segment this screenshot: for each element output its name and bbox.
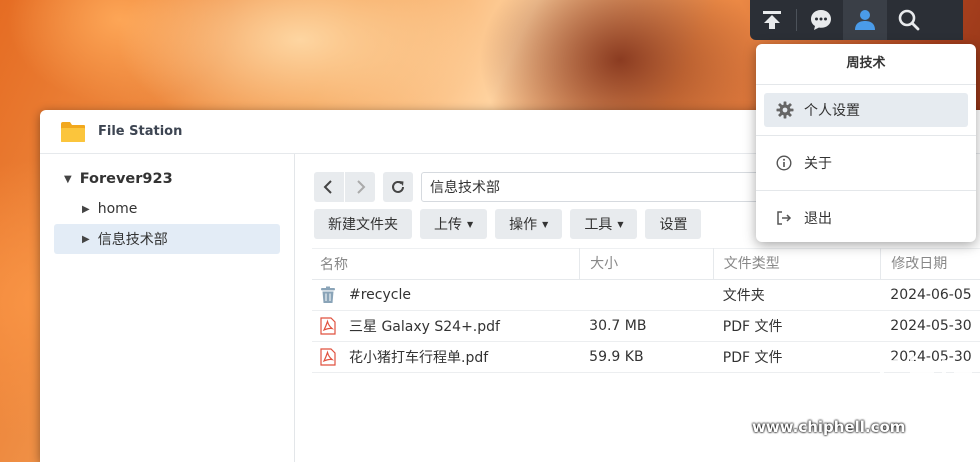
file-name: 三星 Galaxy S24+.pdf xyxy=(349,319,500,335)
tree-item-home[interactable]: ▶ home xyxy=(54,194,280,224)
file-size: 59.9 KB xyxy=(589,349,644,365)
upload-button[interactable] xyxy=(750,0,794,40)
watermark-url: www.chiphell.com xyxy=(752,418,906,436)
menu-item-logout[interactable]: 退出 xyxy=(756,201,976,235)
messages-button[interactable] xyxy=(799,0,843,40)
search-icon xyxy=(898,9,920,31)
menu-item-label: 关于 xyxy=(804,156,832,172)
tree-item-label: 信息技术部 xyxy=(97,232,168,248)
file-modified: 2024-06-05 xyxy=(890,287,972,303)
button-label: 工具 xyxy=(584,217,613,233)
tree-item-label: home xyxy=(97,201,138,217)
upload-menu-button[interactable]: 上传 ▼ xyxy=(420,209,488,239)
info-icon xyxy=(776,155,796,171)
file-name-cell: #recycle xyxy=(312,286,579,304)
top-toolbar xyxy=(750,0,963,40)
menu-item-personal-settings[interactable]: 个人设置 xyxy=(764,93,968,127)
action-toolbar: 新建文件夹 上传 ▼ 操作 ▼ 工具 ▼ 设置 xyxy=(314,209,709,239)
window-title: File Station xyxy=(98,124,183,139)
caret-right-icon[interactable]: ▶ xyxy=(82,204,90,215)
file-type: PDF 文件 xyxy=(722,319,783,335)
forward-button[interactable] xyxy=(345,172,375,202)
button-label: 上传 xyxy=(434,217,462,233)
upload-icon xyxy=(763,11,781,29)
folder-icon xyxy=(61,121,85,142)
search-button[interactable] xyxy=(887,0,931,40)
pdf-icon xyxy=(320,348,338,366)
chevron-right-icon xyxy=(357,180,366,194)
recycle-bin-icon xyxy=(320,286,338,304)
column-header-type[interactable]: 文件类型 xyxy=(712,248,881,280)
file-size: 30.7 MB xyxy=(589,318,647,334)
dropdown-arrow-icon: ▼ xyxy=(542,219,549,229)
tools-menu-button[interactable]: 工具 ▼ xyxy=(570,209,638,239)
logout-icon xyxy=(776,210,796,226)
column-header-size[interactable]: 大小 xyxy=(579,248,713,280)
table-row[interactable]: 三星 Galaxy S24+.pdf 30.7 MB PDF 文件 2024-0… xyxy=(312,311,980,342)
file-name-cell: 花小猪打车行程单.pdf xyxy=(312,347,579,367)
dropdown-arrow-icon: ▼ xyxy=(467,219,474,229)
file-name: #recycle xyxy=(349,287,411,303)
table-row[interactable]: #recycle 文件夹 2024-06-05 xyxy=(312,280,980,311)
button-label: 新建文件夹 xyxy=(328,217,398,233)
message-icon xyxy=(811,10,831,30)
file-modified: 2024-05-30 xyxy=(890,318,972,334)
refresh-icon xyxy=(392,180,404,193)
column-header-name[interactable]: 名称 xyxy=(312,254,579,274)
chevron-left-icon xyxy=(323,180,332,194)
file-name: 花小猪打车行程单.pdf xyxy=(349,350,489,366)
menu-item-label: 个人设置 xyxy=(804,103,860,119)
user-menu: 周技术 个人设置 关于 退出 xyxy=(756,44,976,242)
back-button[interactable] xyxy=(314,172,344,202)
gear-icon xyxy=(776,101,796,119)
menu-item-about[interactable]: 关于 xyxy=(756,146,976,180)
folder-tree: ▼ Forever923 ▶ home ▶ 信息技术部 xyxy=(40,154,295,462)
file-type: PDF 文件 xyxy=(722,350,783,366)
menu-username: 周技术 xyxy=(846,56,886,71)
tree-root-node[interactable]: ▼ Forever923 xyxy=(40,164,294,194)
tree-item-department[interactable]: ▶ 信息技术部 xyxy=(54,224,280,254)
caret-right-icon[interactable]: ▶ xyxy=(82,234,90,245)
refresh-button[interactable] xyxy=(383,172,413,202)
toolbar-divider xyxy=(796,9,797,31)
caret-down-icon[interactable]: ▼ xyxy=(64,174,72,185)
action-menu-button[interactable]: 操作 ▼ xyxy=(495,209,563,239)
menu-item-label: 退出 xyxy=(804,211,832,227)
column-header-modified[interactable]: 修改日期 xyxy=(880,248,980,280)
pdf-icon xyxy=(320,317,338,335)
new-folder-button[interactable]: 新建文件夹 xyxy=(314,209,412,239)
table-header: 名称 大小 文件类型 修改日期 xyxy=(312,248,980,280)
path-field[interactable] xyxy=(421,172,791,202)
tree-root-label: Forever923 xyxy=(79,171,173,187)
user-button[interactable] xyxy=(843,0,887,40)
dropdown-arrow-icon: ▼ xyxy=(617,219,624,229)
navigation-bar xyxy=(314,172,791,202)
file-name-cell: 三星 Galaxy S24+.pdf xyxy=(312,316,579,336)
settings-button[interactable]: 设置 xyxy=(645,209,702,239)
button-label: 操作 xyxy=(509,217,538,233)
button-label: 设置 xyxy=(659,217,688,233)
user-icon xyxy=(855,10,875,30)
file-type: 文件夹 xyxy=(722,288,765,304)
